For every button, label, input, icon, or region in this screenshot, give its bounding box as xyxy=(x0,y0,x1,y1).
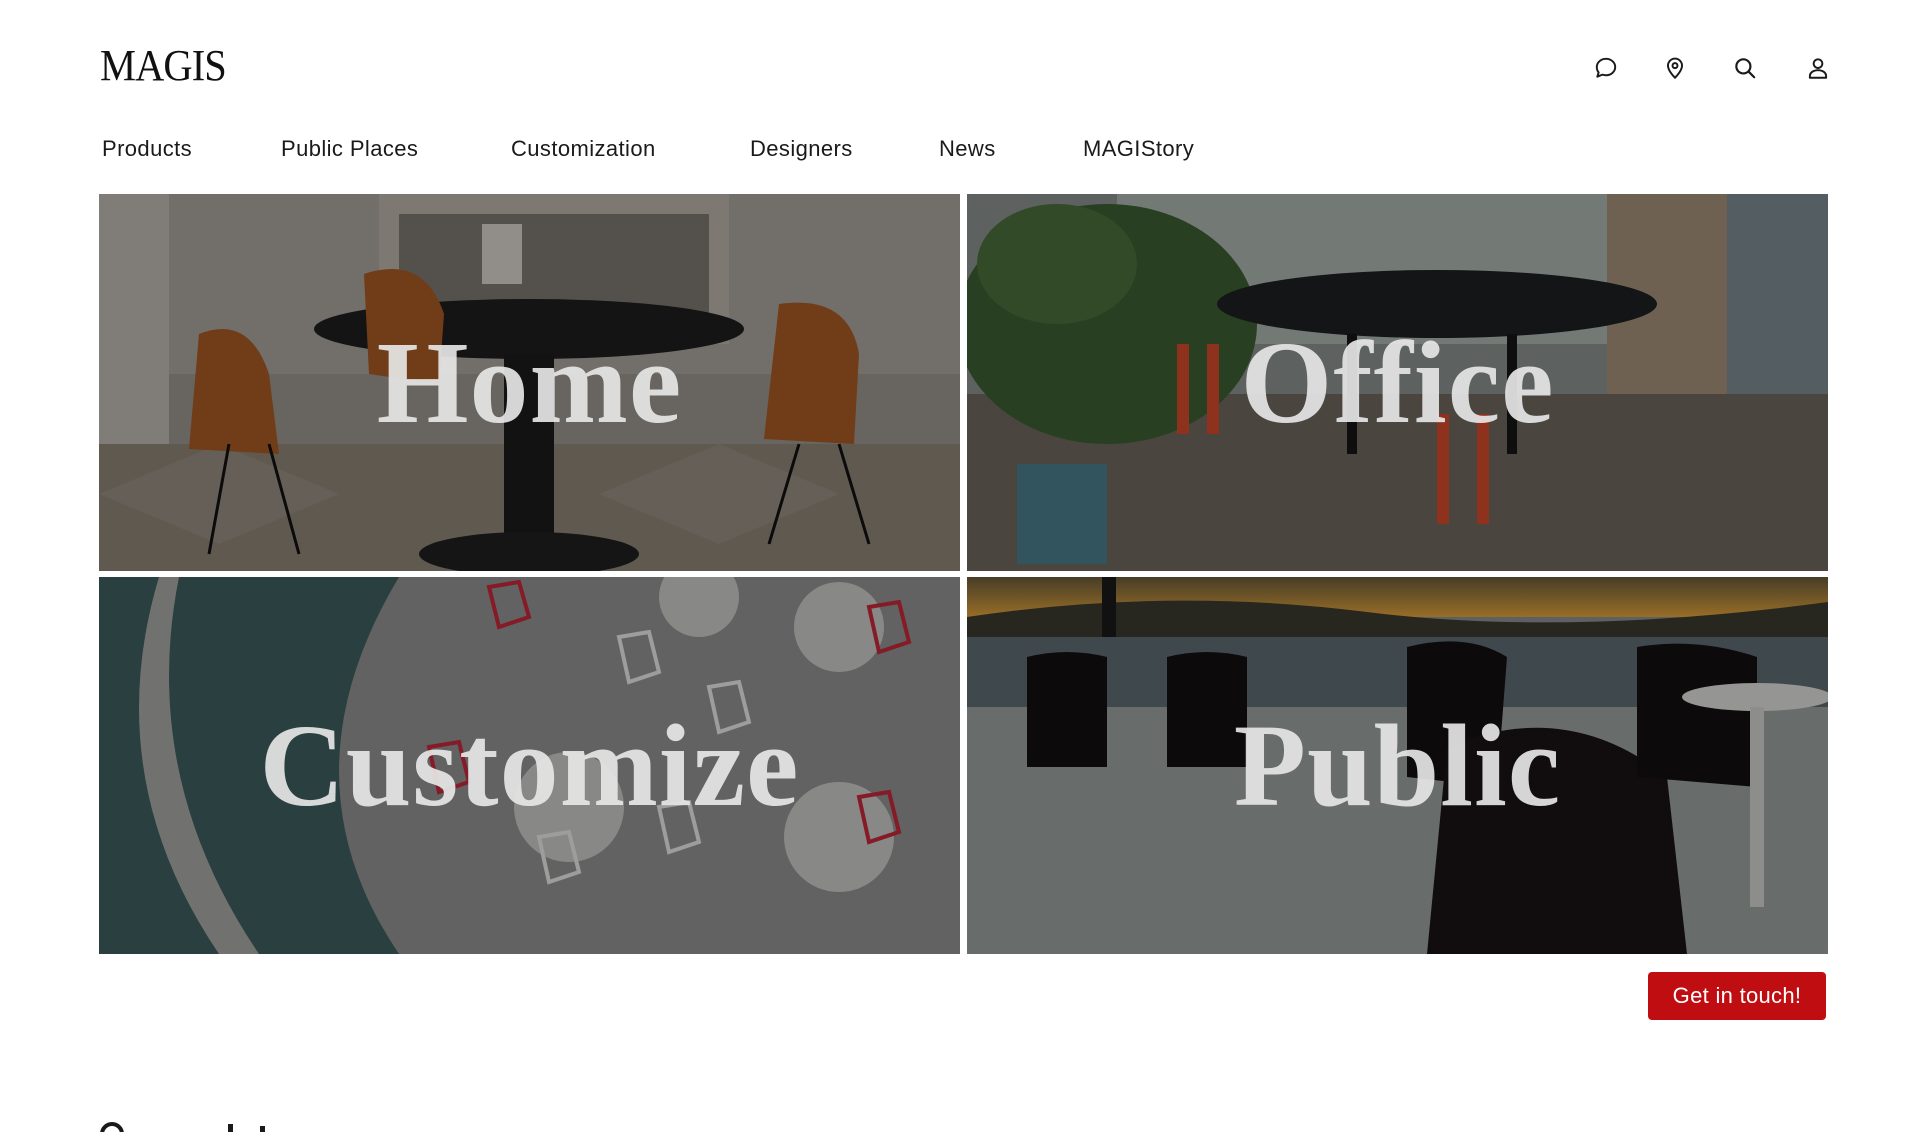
nav-item-magistory[interactable]: MAGIStory xyxy=(1083,136,1194,162)
location-pin-icon[interactable] xyxy=(1661,54,1689,82)
tile-home[interactable]: Home xyxy=(99,194,960,571)
header-icons xyxy=(0,54,1920,84)
nav-item-news[interactable]: News xyxy=(939,136,996,162)
nav-item-public-places[interactable]: Public Places xyxy=(281,136,418,162)
nav-item-products[interactable]: Products xyxy=(102,136,192,162)
search-icon[interactable] xyxy=(1731,54,1759,82)
tile-customize-label: Customize xyxy=(259,699,800,831)
tile-home-label: Home xyxy=(376,316,683,448)
chat-icon[interactable] xyxy=(1592,54,1620,82)
partial-section-heading xyxy=(100,1118,280,1132)
get-in-touch-button[interactable]: Get in touch! xyxy=(1648,972,1826,1020)
tile-office[interactable]: Office xyxy=(967,194,1828,571)
nav-item-customization[interactable]: Customization xyxy=(511,136,656,162)
site-header: MAGIS xyxy=(0,0,1920,110)
nav-item-designers[interactable]: Designers xyxy=(750,136,853,162)
tile-public-label: Public xyxy=(1233,699,1562,831)
tile-customize[interactable]: Customize xyxy=(99,577,960,954)
category-grid: Home Office Customize Public xyxy=(99,194,1828,954)
tile-office-label: Office xyxy=(1240,316,1555,448)
user-icon[interactable] xyxy=(1804,54,1832,82)
tile-public[interactable]: Public xyxy=(967,577,1828,954)
